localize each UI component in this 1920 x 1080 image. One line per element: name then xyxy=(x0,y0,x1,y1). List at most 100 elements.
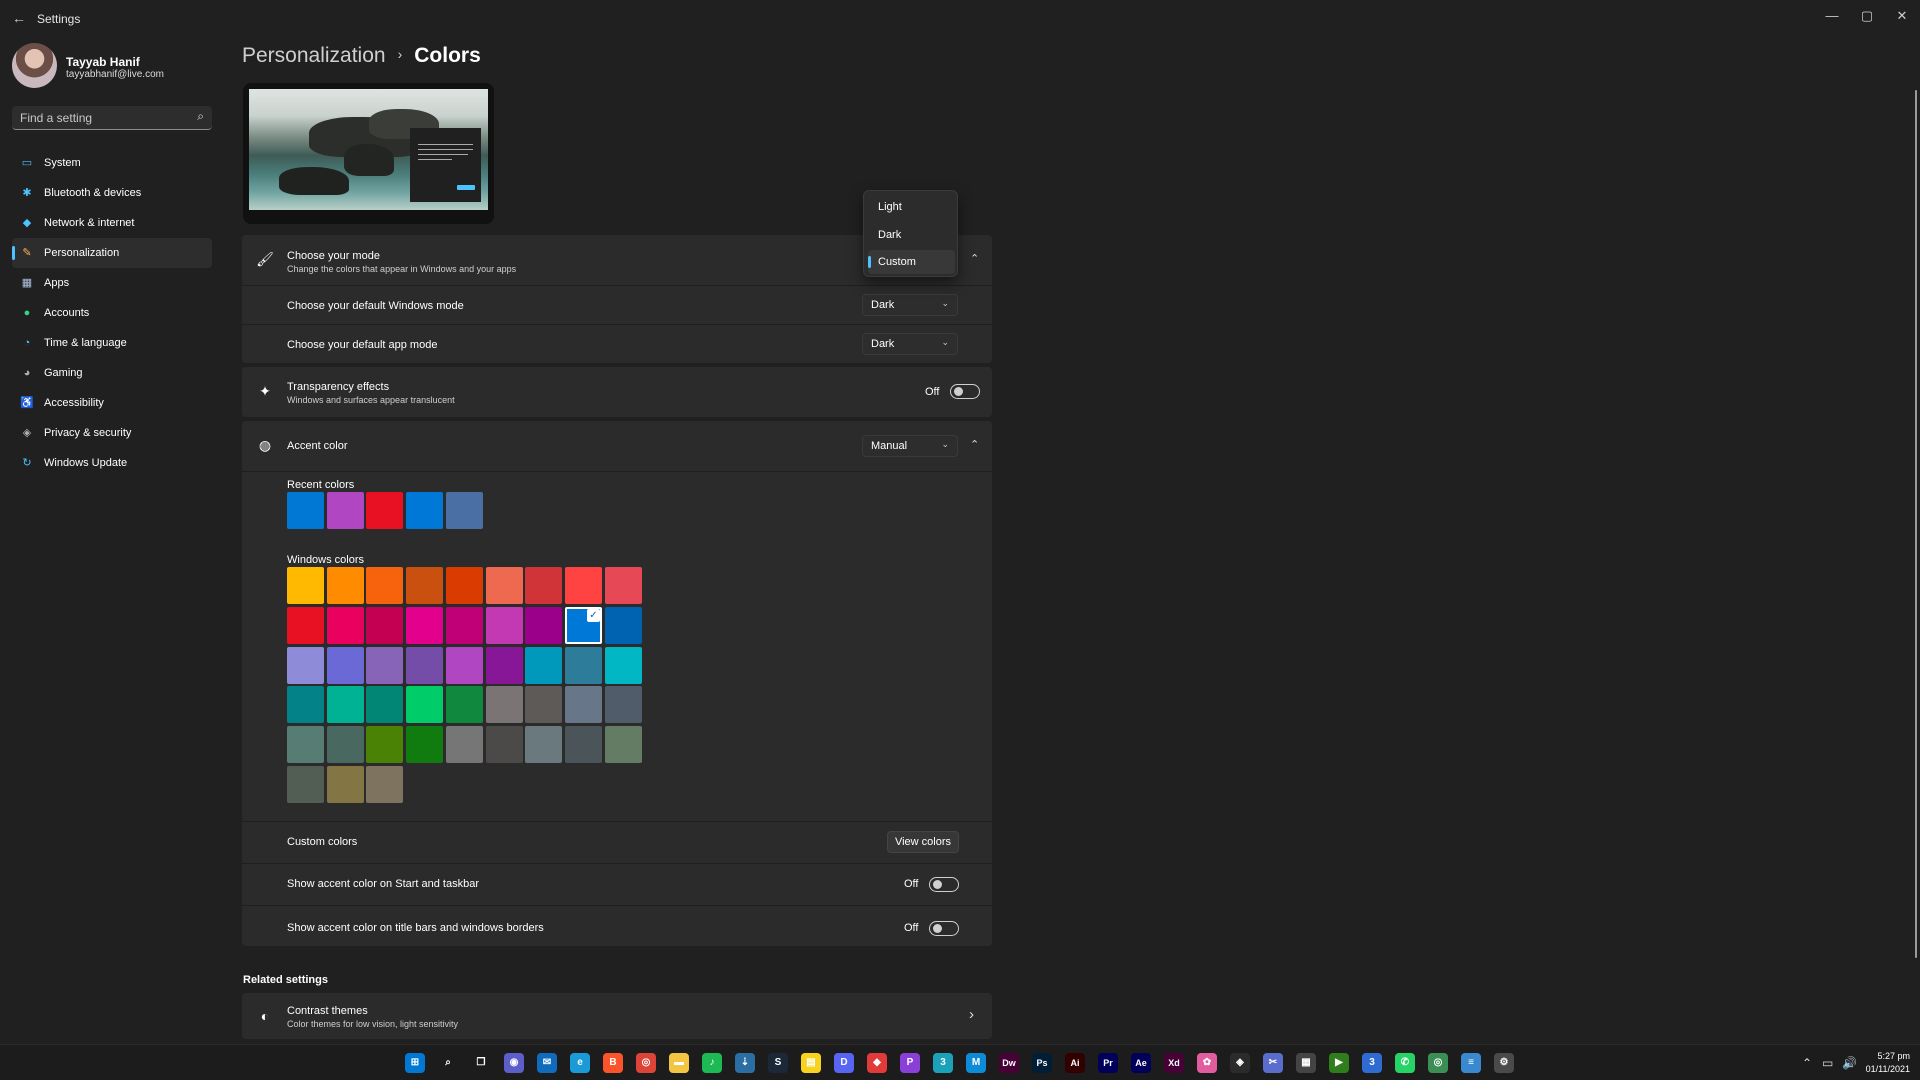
dreamweaver-icon[interactable]: Dw xyxy=(999,1053,1019,1073)
sidebar-item-bluetooth-devices[interactable]: ✱ Bluetooth & devices xyxy=(12,178,212,208)
windows-color-swatch[interactable] xyxy=(564,726,602,764)
mode-option-custom[interactable]: Custom xyxy=(868,250,955,274)
photos-icon[interactable]: ✿ xyxy=(1197,1053,1217,1073)
sticky-notes-icon[interactable]: ▤ xyxy=(801,1053,821,1073)
chevron-up-icon[interactable]: ⌃ xyxy=(970,252,979,265)
windows-color-swatch[interactable] xyxy=(525,646,563,684)
steam-icon[interactable]: S xyxy=(768,1053,788,1073)
sidebar-item-accounts[interactable]: ● Accounts xyxy=(12,298,212,328)
windows-color-swatch[interactable] xyxy=(326,726,364,764)
file-explorer-icon[interactable]: ▬ xyxy=(669,1053,689,1073)
user-profile[interactable]: Tayyab Hanif tayyabhanif@live.com xyxy=(12,43,212,89)
search-box[interactable]: ⌕ xyxy=(12,106,212,130)
sidebar-item-gaming[interactable]: ◕ Gaming xyxy=(12,358,212,388)
spotify-icon[interactable]: ♪ xyxy=(702,1053,722,1073)
contrast-themes-row[interactable]: ◐ Contrast themes Color themes for low v… xyxy=(242,993,992,1039)
recent-color-swatch[interactable] xyxy=(326,492,364,529)
windows-color-swatch[interactable] xyxy=(485,606,523,644)
start-taskbar-toggle[interactable] xyxy=(929,877,959,892)
search-input[interactable] xyxy=(12,106,182,129)
volume-icon[interactable]: 🔊 xyxy=(1842,1056,1857,1070)
windows-color-swatch[interactable] xyxy=(604,726,642,764)
windows-color-swatch[interactable] xyxy=(287,606,324,644)
clock[interactable]: 5:27 pm 01/11/2021 xyxy=(1860,1050,1910,1076)
recent-color-swatch[interactable] xyxy=(366,492,404,529)
windows-color-swatch[interactable] xyxy=(445,726,483,764)
sidebar-item-network-internet[interactable]: ◆ Network & internet xyxy=(12,208,212,238)
windows-color-swatch[interactable] xyxy=(485,726,523,764)
sidebar-item-accessibility[interactable]: ♿ Accessibility xyxy=(12,388,212,418)
windows-color-swatch[interactable] xyxy=(326,646,364,684)
maximize-icon[interactable]: ▢ xyxy=(1850,4,1884,28)
mail-icon[interactable]: ✉ xyxy=(537,1053,557,1073)
minimize-icon[interactable]: — xyxy=(1815,4,1849,28)
windows-color-swatch[interactable] xyxy=(406,646,444,684)
premiere-icon[interactable]: Pr xyxy=(1098,1053,1118,1073)
windows-color-swatch[interactable] xyxy=(366,726,404,764)
calculator-icon[interactable]: ▦ xyxy=(1296,1053,1316,1073)
windows-color-swatch[interactable] xyxy=(564,686,602,724)
after-effects-icon[interactable]: Ae xyxy=(1131,1053,1151,1073)
nvidia-icon[interactable]: ▶ xyxy=(1329,1053,1349,1073)
sidebar-item-personalization[interactable]: ✎ Personalization xyxy=(12,238,212,268)
close-icon[interactable]: ✕ xyxy=(1885,4,1919,28)
windows-color-swatch[interactable] xyxy=(604,606,642,644)
back-arrow-icon[interactable]: ← xyxy=(12,10,26,26)
podcast-app-icon[interactable]: P xyxy=(900,1053,920,1073)
windows-color-swatch[interactable] xyxy=(287,646,324,684)
windows-color-swatch[interactable] xyxy=(366,686,404,724)
teams-chat-icon[interactable]: ◉ xyxy=(504,1053,524,1073)
windows-color-swatch[interactable] xyxy=(287,567,324,604)
windows-color-swatch[interactable] xyxy=(406,567,444,604)
steam-like-icon[interactable]: ⇣ xyxy=(735,1053,755,1073)
windows-color-swatch[interactable] xyxy=(525,726,563,764)
windows-color-swatch[interactable] xyxy=(604,646,642,684)
windows-color-swatch[interactable] xyxy=(366,606,404,644)
start-icon[interactable]: ⊞ xyxy=(405,1053,425,1073)
recent-color-swatch[interactable] xyxy=(287,492,324,529)
sidebar-item-system[interactable]: ▭ System xyxy=(12,148,212,178)
windows-color-swatch[interactable] xyxy=(485,646,523,684)
view-colors-button[interactable]: View colors xyxy=(887,831,959,853)
windows-color-swatch[interactable] xyxy=(406,726,444,764)
windows-color-swatch[interactable] xyxy=(326,606,364,644)
notepad-icon[interactable]: ≡ xyxy=(1461,1053,1481,1073)
recent-color-swatch[interactable] xyxy=(406,492,444,529)
chrome-icon[interactable]: ◎ xyxy=(636,1053,656,1073)
show-hidden-icons-icon[interactable]: ⌃ xyxy=(1802,1056,1812,1070)
recent-color-swatch[interactable] xyxy=(445,492,483,529)
windows-color-swatch[interactable] xyxy=(326,766,364,803)
windows-color-swatch[interactable] xyxy=(485,567,523,604)
title-bars-toggle[interactable] xyxy=(929,921,959,936)
network-icon[interactable]: ▭ xyxy=(1822,1056,1833,1070)
davinci-icon[interactable]: ◈ xyxy=(1230,1053,1250,1073)
windows-color-swatch[interactable] xyxy=(366,766,404,803)
windows-color-swatch[interactable] xyxy=(366,567,404,604)
sidebar-item-apps[interactable]: ▦ Apps xyxy=(12,268,212,298)
windows-color-swatch[interactable] xyxy=(525,567,563,604)
windows-color-swatch[interactable] xyxy=(326,567,364,604)
chrome-profile-icon[interactable]: ◎ xyxy=(1428,1053,1448,1073)
windows-color-swatch[interactable] xyxy=(604,567,642,604)
app-mode-dropdown[interactable]: Dark ⌄ xyxy=(862,333,958,355)
search-icon[interactable]: ⌕ xyxy=(438,1053,458,1073)
app-3-icon[interactable]: 3 xyxy=(933,1053,953,1073)
scrollbar[interactable] xyxy=(1915,90,1917,958)
search-icon[interactable]: ⌕ xyxy=(197,109,204,124)
windows-color-swatch[interactable]: ✓ xyxy=(564,606,602,644)
windows-color-swatch[interactable] xyxy=(445,567,483,604)
windows-color-swatch[interactable] xyxy=(287,686,324,724)
windows-color-swatch[interactable] xyxy=(406,606,444,644)
windows-color-swatch[interactable] xyxy=(604,686,642,724)
windows-color-swatch[interactable] xyxy=(366,646,404,684)
mode-option-light[interactable]: Light xyxy=(868,195,955,219)
notification-app-icon[interactable]: 3 xyxy=(1362,1053,1382,1073)
windows-color-swatch[interactable] xyxy=(525,606,563,644)
windows-color-swatch[interactable] xyxy=(485,686,523,724)
windows-color-swatch[interactable] xyxy=(406,686,444,724)
windows-color-swatch[interactable] xyxy=(326,686,364,724)
sidebar-item-windows-update[interactable]: ↻ Windows Update xyxy=(12,448,212,478)
windows-color-swatch[interactable] xyxy=(287,766,324,803)
windows-color-swatch[interactable] xyxy=(445,606,483,644)
discord-icon[interactable]: D xyxy=(834,1053,854,1073)
